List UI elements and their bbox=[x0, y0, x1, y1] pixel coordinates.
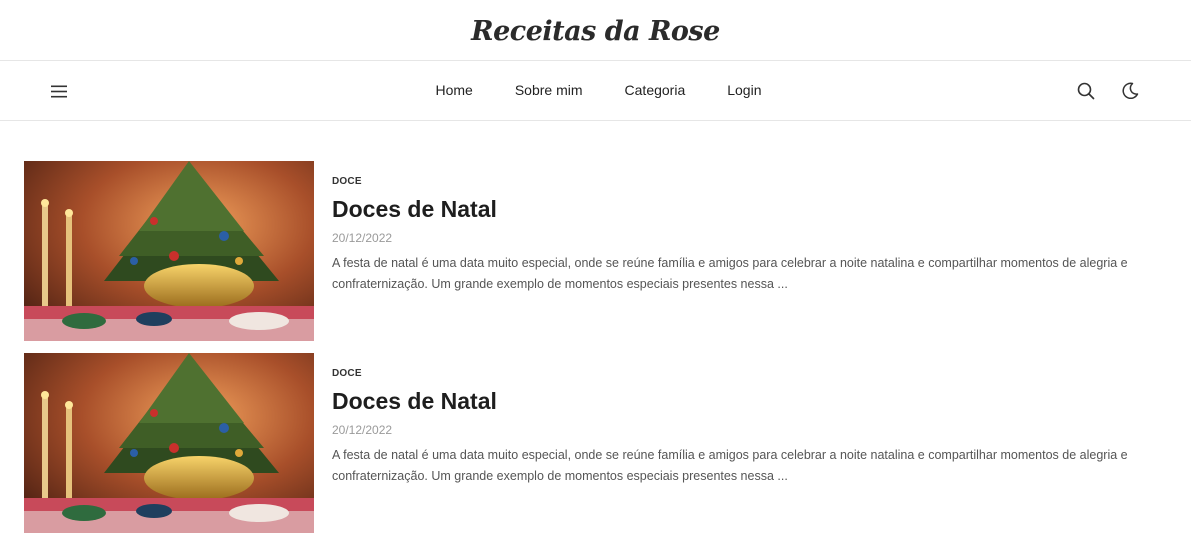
post-date: 20/12/2022 bbox=[332, 422, 393, 437]
post-thumbnail[interactable] bbox=[24, 161, 314, 341]
post-excerpt: A festa de natal é uma data muito especi… bbox=[332, 447, 1128, 483]
site-title[interactable]: Receitas da Rose bbox=[471, 16, 720, 47]
post-excerpt: A festa de natal é uma data muito especi… bbox=[332, 255, 1128, 291]
post-title[interactable]: Doces de Natal bbox=[332, 196, 1169, 224]
nav-links: Home Sobre mim Categoria Login bbox=[414, 82, 782, 98]
nav-link-login[interactable]: Login bbox=[706, 82, 782, 98]
post-category[interactable]: DOCE bbox=[332, 368, 362, 379]
nav-link-categoria[interactable]: Categoria bbox=[604, 82, 707, 98]
post-category[interactable]: DOCE bbox=[332, 176, 362, 187]
search-icon[interactable] bbox=[1077, 82, 1095, 100]
post-thumbnail[interactable] bbox=[24, 353, 314, 533]
post-date: 20/12/2022 bbox=[332, 230, 393, 245]
nav-link-home[interactable]: Home bbox=[414, 82, 493, 98]
moon-icon[interactable] bbox=[1121, 82, 1139, 100]
post-list: DOCE Doces de Natal 20/12/2022 A festa d… bbox=[24, 161, 1169, 545]
hamburger-menu-icon[interactable] bbox=[49, 82, 69, 100]
post-body: DOCE Doces de Natal 20/12/2022 A festa d… bbox=[314, 353, 1169, 533]
site-header: Receitas da Rose bbox=[0, 0, 1191, 61]
nav-actions bbox=[1077, 82, 1139, 100]
main-nav: Home Sobre mim Categoria Login bbox=[0, 61, 1191, 121]
post-body: DOCE Doces de Natal 20/12/2022 A festa d… bbox=[314, 161, 1169, 341]
post-card: DOCE Doces de Natal 20/12/2022 A festa d… bbox=[24, 353, 1169, 533]
post-title[interactable]: Doces de Natal bbox=[332, 388, 1169, 416]
post-card: DOCE Doces de Natal 20/12/2022 A festa d… bbox=[24, 161, 1169, 341]
nav-link-sobre-mim[interactable]: Sobre mim bbox=[494, 82, 604, 98]
